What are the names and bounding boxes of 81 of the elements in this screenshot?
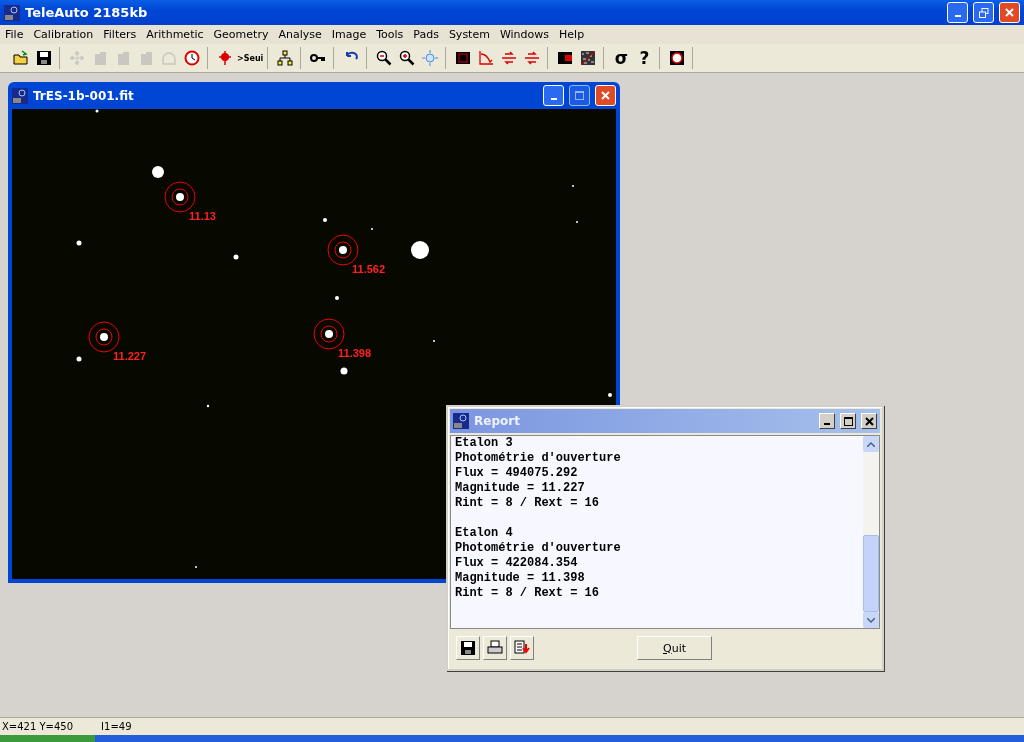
quit-button[interactable]: Quit xyxy=(637,636,712,660)
magnitude-label: 11.398 xyxy=(338,347,372,359)
window-title: Report xyxy=(474,414,521,428)
status-text: I1=49 xyxy=(101,721,132,732)
film-frame-icon xyxy=(455,50,472,66)
block-icon xyxy=(138,50,154,66)
hierarchy-icon xyxy=(277,50,294,66)
minimize-button[interactable] xyxy=(819,413,835,429)
toolbar-button[interactable]: >Seui xyxy=(237,47,264,69)
menu-item[interactable]: Windows xyxy=(494,28,555,41)
ring-icon xyxy=(669,50,686,66)
report-line: Flux = 422084.354 xyxy=(455,556,579,571)
block-icon xyxy=(92,50,108,66)
zoom-out-icon xyxy=(376,50,393,66)
document-arrow-icon xyxy=(514,640,530,656)
report-line: Photométrie d'ouverture xyxy=(455,541,622,556)
maximize-icon xyxy=(843,416,853,426)
toolbar-button[interactable]: σ xyxy=(610,47,633,69)
dome-icon xyxy=(161,50,177,66)
menu-item[interactable]: Arithmetic xyxy=(141,28,209,41)
minimize-icon xyxy=(824,423,830,425)
noise-frame-icon xyxy=(580,50,597,66)
block-icon xyxy=(115,50,131,66)
report-line: Flux = 494075.292 xyxy=(455,466,579,481)
aperture-circle xyxy=(313,318,345,350)
magnitude-label: 11.562 xyxy=(352,263,386,275)
folder-icon xyxy=(13,50,29,66)
close-button[interactable] xyxy=(861,413,877,429)
aperture-circle xyxy=(327,234,359,266)
toolbar-button[interactable]: ? xyxy=(633,47,656,69)
minimize-icon xyxy=(954,14,961,17)
print-button[interactable] xyxy=(483,636,507,660)
menu-item[interactable]: Calibration xyxy=(28,28,99,41)
menu-item[interactable]: System xyxy=(443,28,495,41)
save-button[interactable] xyxy=(456,636,480,660)
app-icon xyxy=(453,413,469,429)
burst-icon xyxy=(217,50,233,66)
window-title: TeleAuto 2185kb xyxy=(25,5,149,20)
move-arrows-icon xyxy=(69,50,85,66)
magnitude-label: 11.13 xyxy=(189,210,216,222)
menu-item[interactable]: File xyxy=(0,28,29,41)
maximize-icon xyxy=(575,91,584,100)
menu-item[interactable]: Analyse xyxy=(273,28,327,41)
report-line: Rint = 8 / Rext = 16 xyxy=(455,586,601,601)
menu-item[interactable]: Help xyxy=(554,28,590,41)
report-line: Rint = 8 / Rext = 16 xyxy=(455,496,601,511)
scrollbar[interactable] xyxy=(863,436,879,628)
report-line: Photométrie d'ouverture xyxy=(455,451,622,466)
menu-item[interactable]: Filters xyxy=(98,28,142,41)
status-text: X=421 Y=450 xyxy=(2,721,74,732)
menu-item[interactable]: Pads xyxy=(408,28,444,41)
app-icon xyxy=(12,87,28,104)
curve-icon xyxy=(478,50,495,66)
aperture-circle xyxy=(164,181,196,213)
minimize-icon xyxy=(550,97,557,100)
split-frame-icon xyxy=(557,50,574,66)
menu-item[interactable]: Geometry xyxy=(208,28,274,41)
restore-icon xyxy=(978,7,989,18)
window-title: TrES-1b-001.fit xyxy=(33,88,135,103)
aperture-circle xyxy=(88,321,120,353)
restore-button[interactable] xyxy=(973,2,994,23)
scroll-thumb[interactable] xyxy=(863,535,879,612)
close-icon xyxy=(1005,8,1014,17)
swap-arrows-icon xyxy=(501,50,518,66)
sun-icon xyxy=(422,50,439,66)
report-line: Magnitude = 11.227 xyxy=(455,481,586,496)
clock-icon xyxy=(184,50,200,66)
report-line: Etalon 3 xyxy=(455,436,514,451)
swap-arrows-icon xyxy=(524,50,541,66)
report-line: Etalon 4 xyxy=(455,526,514,541)
magnitude-label: 11.227 xyxy=(113,350,147,362)
menu-item[interactable]: Tools xyxy=(371,28,409,41)
close-icon xyxy=(601,91,610,100)
maximize-button[interactable] xyxy=(840,413,856,429)
menu-item[interactable]: Image xyxy=(326,28,372,41)
zoom-in-icon xyxy=(399,50,416,66)
report-line: Magnitude = 11.398 xyxy=(455,571,586,586)
export-button[interactable] xyxy=(510,636,534,660)
printer-icon xyxy=(487,640,503,656)
close-icon xyxy=(864,416,874,426)
app-icon xyxy=(4,4,20,21)
